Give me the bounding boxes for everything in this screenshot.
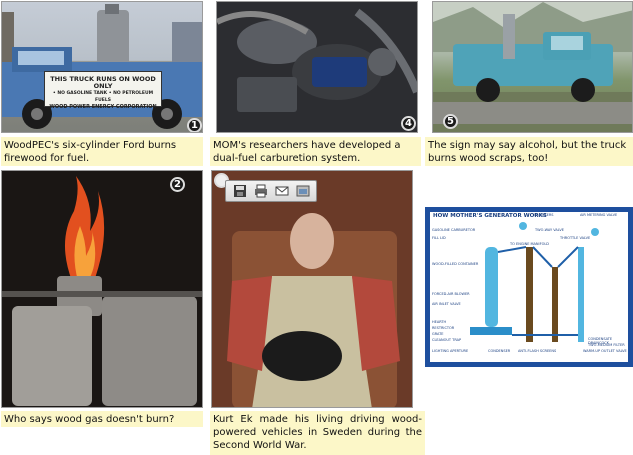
folder-icon [296, 185, 309, 197]
photo-number-badge: 4 [401, 116, 416, 131]
email-icon [275, 186, 288, 196]
label-two-medium-filter: TWO-MEDIUM FILTER [588, 343, 625, 347]
label-throttle-valve: THROTTLE VALVE [560, 236, 591, 240]
label-air-filters: AIR FILTERS [533, 213, 554, 217]
label-restrictor: RESTRICTOR [432, 326, 455, 330]
flame-illustration [2, 171, 202, 407]
label-warm-up-outlet-valve: WARM-UP OUTLET VALVE [583, 349, 627, 353]
label-wood-filled-container: WOOD-FILLED CONTAINER [432, 262, 479, 266]
label-gasoline-carburetor: GASOLINE CARBURETOR [432, 228, 476, 232]
label-air-metering-valve: AIR METERING VALVE [580, 213, 618, 217]
truck-sign-line2: • NO GASOLINE TANK • NO PETROLEUM FUELS [52, 91, 154, 103]
label-lighting-aperture: LIGHTING APERTURE [432, 349, 469, 353]
photo-number-badge: 2 [170, 177, 185, 192]
truck-sign-line3: WOOD POWER ENERGY CORPORATION [49, 104, 157, 110]
caption-wood-truck: WoodPEC's six-cylinder Ford burns firewo… [1, 137, 203, 166]
label-air-inlet-valve: AIR INLET VALVE [432, 302, 461, 306]
label-anti-flash-screens: ANTI-FLASH SCREENS [518, 349, 557, 353]
caption-pickup: The sign may say alcohol, but the truck … [425, 137, 633, 166]
label-grate: GRATE [432, 332, 444, 336]
photo-flame: 2 [1, 170, 203, 408]
label-condenser: CONDENSER [488, 349, 511, 353]
photo-kurt-ek [211, 170, 413, 408]
photo-wood-truck: THIS TRUCK RUNS ON WOOD ONLY • NO GASOLI… [1, 1, 203, 133]
kurt-ek-illustration [212, 171, 412, 407]
engine-illustration [217, 2, 417, 132]
label-two-way-valve: TWO-WAY VALVE [535, 228, 564, 232]
photo-number-badge: 1 [187, 118, 202, 132]
label-hearth: HEARTH [432, 320, 447, 324]
caption-flame: Who says wood gas doesn't burn? [1, 411, 203, 427]
pickup-illustration [433, 2, 632, 132]
label-cleanout-trap: CLEANOUT TRAP [432, 338, 462, 342]
generator-diagram: HOW MOTHER'S GENERATOR WORKS AIR FILTERS… [425, 207, 633, 367]
save-button[interactable] [231, 182, 249, 200]
label-forced-air-blower: FORCED-AIR BLOWER [432, 292, 470, 296]
email-button[interactable] [273, 182, 291, 200]
diagram-panel: HOW MOTHER'S GENERATOR WORKS AIR FILTERS… [430, 212, 628, 362]
folder-button[interactable] [294, 182, 312, 200]
print-button[interactable] [252, 182, 270, 200]
print-icon [254, 184, 267, 198]
photo-pickup: 5 [432, 1, 633, 133]
wood-truck-illustration [2, 4, 202, 129]
image-toolbar[interactable] [225, 180, 317, 202]
truck-sign-line1: THIS TRUCK RUNS ON WOOD ONLY [50, 75, 156, 90]
caption-engine: MOM's researchers have developed a dual-… [210, 137, 421, 166]
save-icon [233, 185, 246, 197]
caption-kurt-ek: Kurt Ek made his living driving wood-pow… [210, 411, 425, 455]
truck-sign: THIS TRUCK RUNS ON WOOD ONLY • NO GASOLI… [44, 71, 162, 110]
photo-number-badge: 5 [443, 114, 458, 129]
label-fill-lid: FILL LID [432, 236, 446, 240]
photo-engine: 4 [216, 1, 418, 133]
label-to-engine-manifold: TO ENGINE MANIFOLD [510, 242, 549, 246]
